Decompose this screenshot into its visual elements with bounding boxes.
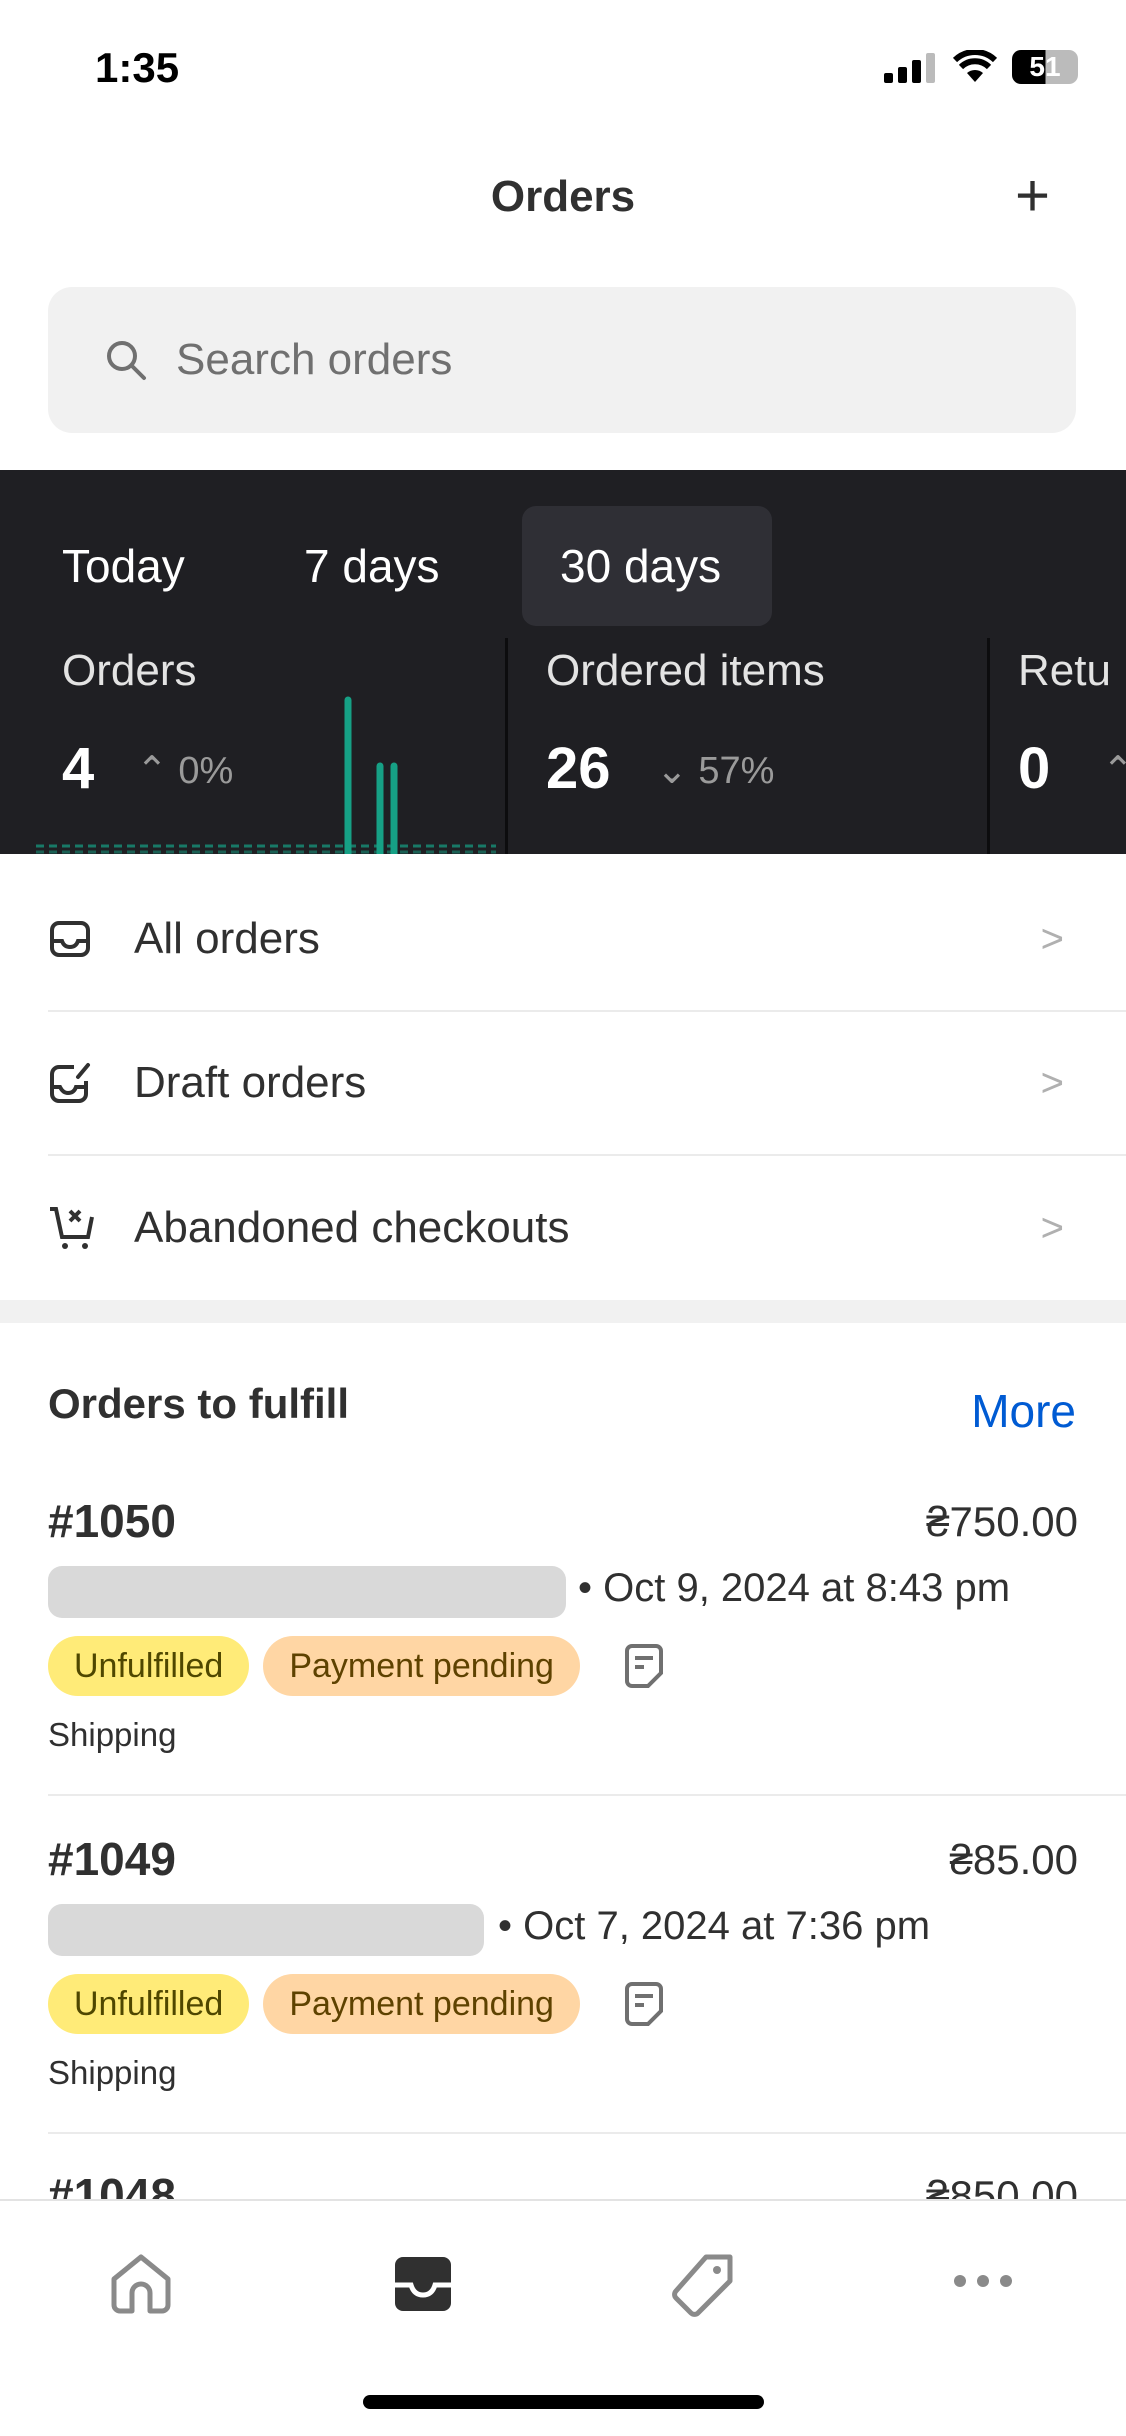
draft-edit-icon xyxy=(50,1063,90,1103)
orders-sparkline xyxy=(36,696,496,854)
home-indicator[interactable] xyxy=(363,2395,764,2409)
nav-label: Abandoned checkouts xyxy=(134,1203,570,1252)
nav-label: All orders xyxy=(134,914,320,963)
more-icon[interactable] xyxy=(950,2271,1016,2291)
signal-icon xyxy=(884,53,935,83)
delivery-method: Shipping xyxy=(48,2054,177,2091)
nav-label: Draft orders xyxy=(134,1058,367,1107)
wifi-icon xyxy=(952,50,998,82)
note-icon xyxy=(624,1982,663,2026)
page-title: Orders xyxy=(490,172,636,221)
order-row[interactable]: #1050 ₴750.00 • Oct 9, 2024 at 8:43 pm U… xyxy=(48,1494,1078,1774)
payment-badge: Payment pending xyxy=(263,1636,580,1696)
status-time: 1:35 xyxy=(95,44,180,91)
metric-value: 4 xyxy=(62,736,95,801)
cart-x-icon xyxy=(50,1207,94,1249)
battery-level: 51 xyxy=(1029,51,1061,82)
divider xyxy=(48,1794,1126,1796)
chevron-down-icon: ⌄ xyxy=(656,750,688,792)
metric-label: Retu xyxy=(1018,646,1111,695)
order-date: • Oct 7, 2024 at 7:36 pm xyxy=(498,1904,931,1948)
chevron-right-icon: > xyxy=(1040,1205,1064,1250)
add-order-button[interactable]: + xyxy=(1015,166,1050,226)
inbox-icon xyxy=(50,921,90,957)
tab-7-days[interactable]: 7 days xyxy=(266,506,478,626)
nav-all-orders[interactable]: All orders > xyxy=(48,868,1126,1012)
order-number: #1050 xyxy=(48,1495,176,1547)
chevron-up-icon: ⌃ xyxy=(136,750,168,792)
search-icon xyxy=(107,341,146,380)
fulfillment-badge: Unfulfilled xyxy=(48,1636,250,1696)
payment-badge: Payment pending xyxy=(263,1974,580,2034)
status-icons: 51 xyxy=(884,50,1078,84)
fulfillment-badge: Unfulfilled xyxy=(48,1974,250,2034)
search-input[interactable]: Search orders xyxy=(48,287,1076,433)
chevron-right-icon: > xyxy=(1040,1060,1064,1105)
nav-draft-orders[interactable]: Draft orders > xyxy=(48,1012,1126,1156)
metric-value: 0 xyxy=(1018,736,1051,801)
metric-orders[interactable]: Orders 4 ⌃ 0% xyxy=(24,630,504,854)
analytics-panel: Today 7 days 30 days Orders 4 ⌃ 0% Order… xyxy=(0,470,1126,854)
battery-icon: 51 xyxy=(1012,50,1078,84)
metric-returns[interactable]: Retu 0 ⌃ xyxy=(990,630,1126,854)
metric-value: 26 xyxy=(546,736,611,801)
order-amount: ₴85.00 xyxy=(949,1836,1078,1883)
tag-icon[interactable] xyxy=(670,2253,736,2319)
metric-label: Ordered items xyxy=(546,646,825,695)
order-date: • Oct 9, 2024 at 8:43 pm xyxy=(578,1566,1011,1610)
chevron-right-icon: > xyxy=(1040,916,1064,961)
tab-today[interactable]: Today xyxy=(24,506,223,626)
metric-change: ⌄ 57% xyxy=(656,750,775,792)
divider xyxy=(48,2132,1126,2134)
home-icon[interactable] xyxy=(108,2253,174,2315)
order-amount: ₴750.00 xyxy=(926,1498,1078,1545)
section-title: Orders to fulfill xyxy=(48,1380,350,1427)
search-placeholder: Search orders xyxy=(176,335,453,384)
note-icon xyxy=(624,1644,663,1688)
customer-name-redacted xyxy=(48,1904,484,1956)
tab-30-days[interactable]: 30 days xyxy=(522,506,772,626)
metric-change: ⌃ 0% xyxy=(136,750,234,792)
section-divider xyxy=(0,1300,1126,1323)
order-number: #1049 xyxy=(48,1833,176,1885)
more-link[interactable]: More xyxy=(971,1384,1076,1438)
orders-icon[interactable] xyxy=(391,2253,455,2315)
chevron-up-icon: ⌃ xyxy=(1102,750,1126,792)
customer-name-redacted xyxy=(48,1566,566,1618)
order-row[interactable]: #1049 ₴85.00 • Oct 7, 2024 at 7:36 pm Un… xyxy=(48,1832,1078,2112)
nav-abandoned-checkouts[interactable]: Abandoned checkouts > xyxy=(48,1156,1126,1300)
metric-ordered-items[interactable]: Ordered items 26 ⌄ 57% xyxy=(508,630,988,854)
delivery-method: Shipping xyxy=(48,1716,177,1753)
